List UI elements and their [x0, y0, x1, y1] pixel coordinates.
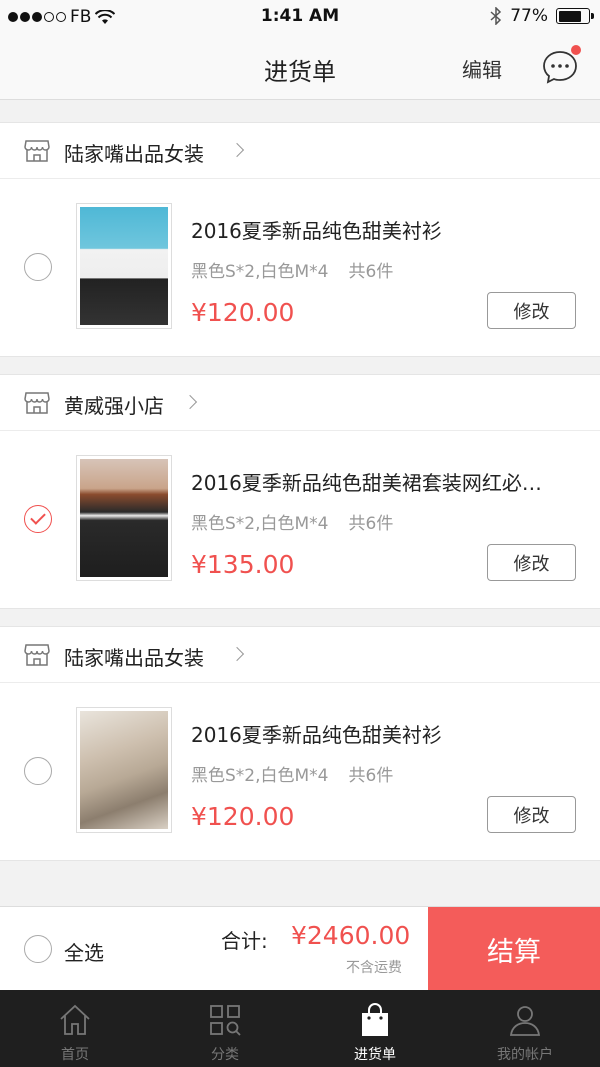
store-icon	[24, 644, 50, 666]
store-icon	[24, 392, 50, 414]
cart-item: 2016夏季新品纯色甜美衬衫 黑色S*2,白色M*4 共6件 ¥120.00 修改	[0, 683, 600, 860]
shop-name: 陆家嘴出品女装	[64, 142, 204, 166]
item-checkbox[interactable]	[24, 253, 52, 281]
battery-icon	[556, 8, 594, 24]
tab-label: 分类	[211, 1047, 239, 1063]
shop-section: 陆家嘴出品女装 2016夏季新品纯色甜美衬衫 黑色S*2,白色M*4 共6件 ¥1…	[0, 122, 600, 357]
item-count: 共6件	[348, 514, 394, 534]
edit-button[interactable]: 编辑	[462, 54, 502, 83]
product-price: ¥120.00	[191, 802, 295, 831]
page-title: 进货单	[264, 58, 336, 86]
product-image[interactable]	[76, 455, 172, 581]
chevron-right-icon	[229, 142, 245, 158]
chevron-right-icon	[229, 646, 245, 662]
tab-account[interactable]: 我的帐户	[450, 990, 600, 1067]
tab-label: 进货单	[354, 1047, 396, 1063]
shop-header[interactable]: 黄威强小店	[0, 375, 600, 431]
tab-category[interactable]: 分类	[150, 990, 300, 1067]
modify-button[interactable]: 修改	[487, 292, 576, 329]
shop-name: 陆家嘴出品女装	[64, 646, 204, 670]
product-image[interactable]	[76, 203, 172, 329]
shop-header[interactable]: 陆家嘴出品女装	[0, 123, 600, 179]
chevron-right-icon	[182, 394, 198, 410]
unread-dot	[571, 45, 581, 55]
product-title[interactable]: 2016夏季新品纯色甜美衬衫	[191, 215, 581, 244]
status-right: 77%	[490, 6, 594, 26]
spec-detail: 黑色S*2,白色M*4	[191, 766, 329, 786]
tab-bar: 首页 分类 进货单 我的帐户	[0, 990, 600, 1067]
product-price: ¥135.00	[191, 550, 295, 579]
product-image[interactable]	[76, 707, 172, 833]
tab-label: 首页	[61, 1047, 89, 1063]
checkout-bar: 全选 合计: ¥2460.00 不含运费 结算	[0, 906, 600, 991]
spec-detail: 黑色S*2,白色M*4	[191, 262, 329, 282]
shop-section: 陆家嘴出品女装 2016夏季新品纯色甜美衬衫 黑色S*2,白色M*4 共6件 ¥1…	[0, 626, 600, 861]
tab-home[interactable]: 首页	[0, 990, 150, 1067]
modify-button[interactable]: 修改	[487, 796, 576, 833]
modify-button[interactable]: 修改	[487, 544, 576, 581]
shop-name: 黄威强小店	[64, 394, 164, 418]
freight-note: 不含运费	[346, 960, 402, 976]
product-spec: 黑色S*2,白色M*4 共6件	[191, 509, 393, 534]
tab-label: 我的帐户	[497, 1047, 553, 1063]
nav-bar: 进货单 编辑	[0, 34, 600, 100]
status-bar: FB 1:41 AM 77%	[0, 0, 600, 34]
product-spec: 黑色S*2,白色M*4 共6件	[191, 761, 393, 786]
battery-percent: 77%	[510, 6, 548, 26]
shop-header[interactable]: 陆家嘴出品女装	[0, 627, 600, 683]
cart-item: 2016夏季新品纯色甜美裙套装网红必… 黑色S*2,白色M*4 共6件 ¥135.…	[0, 431, 600, 608]
tab-cart[interactable]: 进货单	[300, 990, 450, 1067]
total-amount: ¥2460.00	[291, 921, 411, 950]
bluetooth-icon	[490, 7, 502, 25]
product-title[interactable]: 2016夏季新品纯色甜美衬衫	[191, 719, 581, 748]
select-all-checkbox[interactable]	[24, 935, 52, 963]
product-title[interactable]: 2016夏季新品纯色甜美裙套装网红必…	[191, 467, 581, 496]
user-icon	[509, 1006, 541, 1036]
item-checkbox[interactable]	[24, 757, 52, 785]
checkout-button[interactable]: 结算	[428, 907, 600, 991]
total-label: 合计:	[221, 929, 268, 953]
shop-section: 黄威强小店 2016夏季新品纯色甜美裙套装网红必… 黑色S*2,白色M*4 共6件…	[0, 374, 600, 609]
product-spec: 黑色S*2,白色M*4 共6件	[191, 257, 393, 282]
store-icon	[24, 140, 50, 162]
home-icon	[60, 1004, 90, 1035]
product-price: ¥120.00	[191, 298, 295, 327]
item-count: 共6件	[348, 262, 394, 282]
item-count: 共6件	[348, 766, 394, 786]
shopping-bag-icon	[362, 1003, 388, 1036]
category-grid-icon	[210, 1005, 241, 1036]
spec-detail: 黑色S*2,白色M*4	[191, 514, 329, 534]
select-all-label[interactable]: 全选	[64, 937, 104, 966]
cart-item: 2016夏季新品纯色甜美衬衫 黑色S*2,白色M*4 共6件 ¥120.00 修改	[0, 179, 600, 356]
message-button[interactable]	[541, 45, 581, 86]
item-checkbox-checked[interactable]	[24, 505, 52, 533]
